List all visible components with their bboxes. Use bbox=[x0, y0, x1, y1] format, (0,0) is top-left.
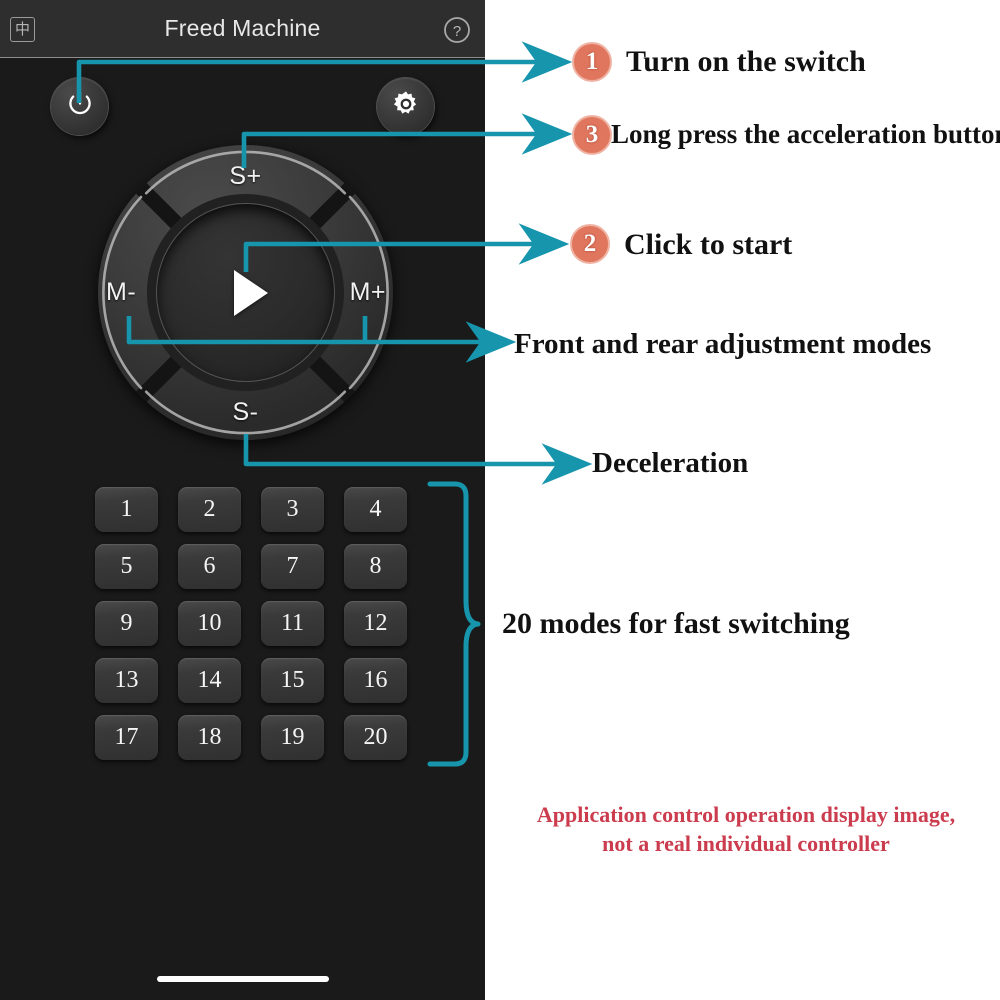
mode-button[interactable]: 14 bbox=[178, 658, 241, 703]
annotation-long-press-acceleration: Long press the acceleration button bbox=[611, 119, 1000, 149]
disclaimer-line-1: Application control operation display im… bbox=[536, 802, 956, 827]
mode-button[interactable]: 16 bbox=[344, 658, 407, 703]
mode-button[interactable]: 19 bbox=[261, 715, 324, 760]
mode-button[interactable]: 2 bbox=[178, 487, 241, 532]
svg-text:?: ? bbox=[453, 23, 461, 40]
mode-button[interactable]: 18 bbox=[178, 715, 241, 760]
mode-button[interactable]: 15 bbox=[261, 658, 324, 703]
step-badge-3: 3 bbox=[572, 115, 612, 155]
power-icon bbox=[64, 88, 96, 125]
mode-button[interactable]: 12 bbox=[344, 601, 407, 646]
power-button[interactable] bbox=[51, 78, 108, 135]
mode-button-grid: 1 2 3 4 5 6 7 8 9 10 11 12 13 14 15 16 1… bbox=[95, 487, 407, 760]
step-badge-1: 1 bbox=[572, 42, 612, 82]
help-circle-icon[interactable]: ? bbox=[443, 16, 471, 44]
phone-screen-panel: 中 Freed Machine ? S+ S- M- M+ 1 2 3 4 5 … bbox=[0, 0, 485, 1000]
annotation-20-modes: 20 modes for fast switching bbox=[502, 607, 850, 640]
mode-button[interactable]: 13 bbox=[95, 658, 158, 703]
mode-button[interactable]: 8 bbox=[344, 544, 407, 589]
direction-pad: S+ S- M- M+ bbox=[98, 145, 393, 440]
annotation-turn-on-switch: Turn on the switch bbox=[626, 45, 866, 78]
disclaimer-line-2: not a real individual controller bbox=[602, 831, 890, 857]
gear-icon bbox=[390, 88, 422, 125]
annotation-front-rear-modes: Front and rear adjustment modes bbox=[514, 328, 932, 360]
play-icon bbox=[234, 269, 268, 316]
mode-button[interactable]: 10 bbox=[178, 601, 241, 646]
annotation-click-to-start: Click to start bbox=[624, 228, 793, 261]
mode-button[interactable]: 7 bbox=[261, 544, 324, 589]
mode-button[interactable]: 6 bbox=[178, 544, 241, 589]
app-title: Freed Machine bbox=[164, 15, 321, 41]
mode-button[interactable]: 5 bbox=[95, 544, 158, 589]
disclaimer-text: Application control operation display im… bbox=[492, 800, 1000, 858]
mode-button[interactable]: 20 bbox=[344, 715, 407, 760]
mode-button[interactable]: 1 bbox=[95, 487, 158, 532]
guide-image: 中 Freed Machine ? S+ S- M- M+ 1 2 3 4 5 … bbox=[0, 0, 1000, 1000]
home-indicator[interactable] bbox=[157, 976, 329, 982]
mode-button[interactable]: 4 bbox=[344, 487, 407, 532]
settings-button[interactable] bbox=[377, 78, 434, 135]
mode-button[interactable]: 9 bbox=[95, 601, 158, 646]
app-header-bar: 中 Freed Machine ? bbox=[0, 0, 485, 58]
mode-button[interactable]: 17 bbox=[95, 715, 158, 760]
annotation-deceleration: Deceleration bbox=[592, 447, 749, 479]
play-start-button[interactable] bbox=[156, 203, 335, 382]
step-badge-2: 2 bbox=[570, 224, 610, 264]
mode-button[interactable]: 3 bbox=[261, 487, 324, 532]
mode-button[interactable]: 11 bbox=[261, 601, 324, 646]
